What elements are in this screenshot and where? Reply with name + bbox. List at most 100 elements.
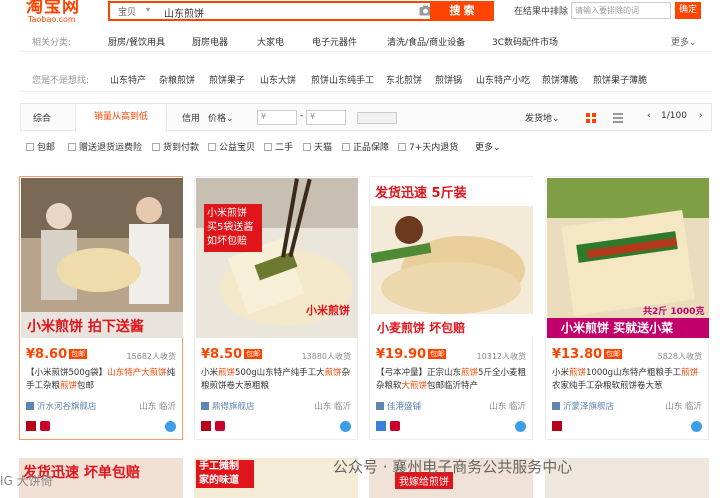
filter-label: 二手 <box>275 143 294 153</box>
sold-count: 13880人收货 <box>301 352 351 361</box>
price-min-input[interactable]: ¥ <box>257 110 297 125</box>
suggest-item[interactable]: 山东特产小吃 <box>476 73 530 86</box>
filter-genuine[interactable]: 正品保障 <box>342 140 389 153</box>
suggest-item[interactable]: 煎饼山东纯手工 <box>311 73 374 86</box>
list-view-icon[interactable] <box>613 113 623 123</box>
search-button[interactable]: 搜 索 <box>430 1 494 21</box>
filter-label: 公益宝贝 <box>219 143 256 153</box>
product-title[interactable]: 小米煎饼1000g山东特产粗粮手工煎饼农家纯手工杂粮软煎饼卷大葱 <box>552 367 704 393</box>
product-card[interactable]: 发货迅速 5斤装 小麦煎饼 坏包赔 ¥19.90 包邮 10312人收货 【弓本冲… <box>369 176 533 440</box>
filter-free-shipping[interactable]: 包邮 <box>26 140 55 153</box>
shop-link[interactable]: 沂水河谷旗舰店 <box>26 400 97 412</box>
price-dash: - <box>300 111 304 121</box>
sort-price[interactable]: 价格⌄ <box>208 111 234 124</box>
checkbox-icon[interactable] <box>152 143 160 151</box>
checkbox-icon[interactable] <box>208 143 216 151</box>
product-title[interactable]: 【弓本冲量】正宗山东煎饼5斤全小麦粗杂粮软大煎饼包邮临沂特产 <box>376 367 528 393</box>
filter-label: 赠送退货运费险 <box>79 143 143 153</box>
sort-default[interactable]: 综合 <box>33 111 51 124</box>
taobao-logo[interactable]: 淘宝网 Taobao.com <box>26 0 96 24</box>
shop-link[interactable]: 佳港盛铺 <box>376 400 421 412</box>
image-top-text: 共2斤 1000克 <box>643 307 705 317</box>
filter-7day-return[interactable]: 7+天内退货 <box>398 140 458 153</box>
filter-more[interactable]: 更多⌄ <box>475 140 501 153</box>
chevron-down-icon[interactable]: ▾ <box>146 5 150 14</box>
related-item[interactable]: 电子元器件 <box>312 35 357 48</box>
exclude-confirm-button[interactable]: 确定 <box>675 2 701 19</box>
ship-from-select[interactable]: 发货地⌄ <box>525 111 560 124</box>
shop-link[interactable]: 沂蒙泽旗舰店 <box>552 400 614 412</box>
filter-label: 正品保障 <box>353 143 390 153</box>
tmall-badge-icon <box>552 421 562 431</box>
filter-tmall[interactable]: 天猫 <box>303 140 332 153</box>
shop-link[interactable]: 鼎得旗舰店 <box>201 400 255 412</box>
suggest-item[interactable]: 煎饼锅 <box>435 73 462 86</box>
product-image[interactable]: 小米煎饼 拍下送酱 <box>21 178 183 338</box>
sort-credit[interactable]: 信用 <box>182 111 200 124</box>
checkbox-icon[interactable] <box>26 143 34 151</box>
suggest-item[interactable]: 山东特产 <box>110 73 146 86</box>
price-max-input[interactable]: ¥ <box>306 110 346 125</box>
price-value: ¥8.60 <box>26 347 68 362</box>
location: 山东 临沂 <box>489 402 526 412</box>
search-category[interactable]: 宝贝 <box>118 5 136 18</box>
prev-page-icon[interactable]: ‹ <box>647 111 651 121</box>
price-range-bar[interactable] <box>357 112 397 124</box>
suggest-item[interactable]: 煎饼果子薄脆 <box>593 73 647 86</box>
tmall-badge-icon <box>26 421 36 431</box>
wangwang-chat-icon[interactable] <box>515 421 526 432</box>
checkbox-icon[interactable] <box>264 143 272 151</box>
exclude-label: 在结果中排除 <box>514 7 569 17</box>
filter-return-insurance[interactable]: 赠送退货运费险 <box>68 140 142 153</box>
product-image[interactable]: 小米煎饼 买5袋送酱 如坏包赔 小米煎饼 <box>196 178 358 338</box>
checkbox-icon[interactable] <box>68 143 76 151</box>
product-title[interactable]: 【小米煎饼500g袋】山东特产大煎饼纯手工杂粮煎饼包邮 <box>26 367 178 393</box>
suggest-item[interactable]: 杂粮煎饼 <box>159 73 195 86</box>
related-item[interactable]: 3C数码配件市场 <box>492 35 558 48</box>
suggest-item[interactable]: 东北煎饼 <box>386 73 422 86</box>
verified-badge-icon <box>376 421 386 431</box>
product-image[interactable]: 共2斤 1000克 小米煎饼 买就送小菜 <box>547 178 709 338</box>
product-card[interactable]: 共2斤 1000克 小米煎饼 买就送小菜 ¥13.80 包邮 5828人收货 小米… <box>545 176 709 440</box>
product-card[interactable]: 小米煎饼 拍下送酱 ¥8.60 包邮 15682人收货 【小米煎饼500g袋】山东… <box>19 176 183 440</box>
sold-count: 15682人收货 <box>126 352 176 361</box>
grid-view-icon[interactable] <box>586 113 596 123</box>
filter-charity[interactable]: 公益宝贝 <box>208 140 255 153</box>
wangwang-chat-icon[interactable] <box>165 421 176 432</box>
related-categories: 相关分类: 厨房/餐饮用具 厨房电器 大家电 电子元器件 清洗/食品/商业设备 … <box>20 30 712 52</box>
product-title[interactable]: 小米煎饼500g山东特产纯手工大煎饼杂粮煎饼卷大葱粗粮 <box>201 367 353 393</box>
price-value: ¥8.50 <box>201 347 243 362</box>
checkbox-icon[interactable] <box>398 143 406 151</box>
related-item[interactable]: 厨房电器 <box>192 35 228 48</box>
image-caption: 小米煎饼 <box>306 304 350 317</box>
sort-by-sales[interactable]: 销量从高到低 <box>75 104 167 132</box>
sold-count: 10312人收货 <box>476 352 526 361</box>
wangwang-chat-icon[interactable] <box>340 421 351 432</box>
related-more[interactable]: 更多⌄ <box>671 35 697 48</box>
free-shipping-tag: 包邮 <box>604 349 623 359</box>
logo-subtext: Taobao.com <box>28 15 76 24</box>
filter-label: 天猫 <box>314 143 333 153</box>
related-item[interactable]: 大家电 <box>257 35 284 48</box>
search-input[interactable]: 山东煎饼 <box>164 5 204 20</box>
filter-label: 包邮 <box>37 143 56 153</box>
sort-bar: 综合 销量从高到低 信用 价格⌄ ¥ - ¥ 发货地⌄ ‹ 1/100 › <box>20 103 712 132</box>
related-item[interactable]: 清洗/食品/商业设备 <box>387 35 465 48</box>
suggest-item[interactable]: 煎饼果子 <box>209 73 245 86</box>
filter-cod[interactable]: 货到付款 <box>152 140 199 153</box>
wangwang-chat-icon[interactable] <box>691 421 702 432</box>
filter-second-hand[interactable]: 二手 <box>264 140 293 153</box>
related-item[interactable]: 厨房/餐饮用具 <box>108 35 165 48</box>
checkbox-icon[interactable] <box>342 143 350 151</box>
product-image[interactable]: 发货迅速 5斤装 小麦煎饼 坏包赔 <box>371 178 533 338</box>
product-card[interactable]: 小米煎饼 买5袋送酱 如坏包赔 小米煎饼 ¥8.50 包邮 13880人收货 小米… <box>194 176 358 440</box>
image-top-text: 发货迅速 5斤装 <box>375 186 467 201</box>
exclude-input[interactable]: 请输入要排除的词 <box>571 2 671 19</box>
logo-text: 淘宝网 <box>26 0 80 17</box>
suggest-item[interactable]: 山东大饼 <box>260 73 296 86</box>
checkbox-icon[interactable] <box>303 143 311 151</box>
next-page-icon[interactable]: › <box>699 111 703 121</box>
suggest-item[interactable]: 煎饼薄脆 <box>542 73 578 86</box>
image-caption: 小米煎饼 买就送小菜 <box>561 321 674 335</box>
free-shipping-tag: 包邮 <box>69 349 88 359</box>
